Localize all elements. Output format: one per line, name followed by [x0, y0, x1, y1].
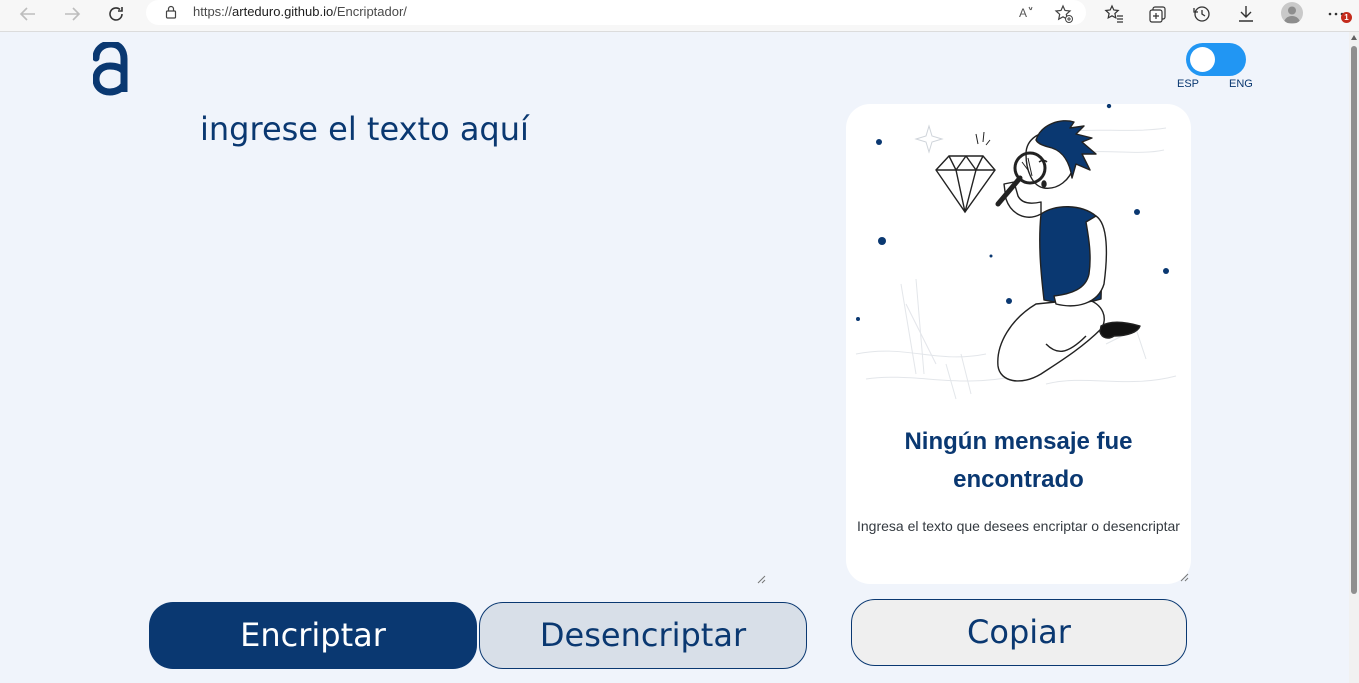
decrypt-button-label: Desencriptar	[539, 616, 747, 654]
add-favorite-icon[interactable]	[1054, 4, 1074, 24]
encrypt-button-label: Encriptar	[240, 616, 386, 654]
refresh-icon	[109, 7, 123, 21]
forward-button[interactable]	[60, 4, 84, 26]
download-icon	[1239, 6, 1253, 22]
notification-badge: 1	[1341, 12, 1352, 23]
scrollbar-thumb[interactable]	[1351, 46, 1357, 594]
lock-icon	[165, 5, 177, 19]
copy-button-label: Copiar	[967, 613, 1071, 651]
url-text: https://arteduro.github.io/Encriptador/	[193, 4, 407, 19]
title-line-2: encontrado	[953, 466, 1084, 493]
language-label-esp: ESP	[1177, 78, 1200, 90]
searching-person-illustration	[855, 104, 1177, 400]
toggle-knob	[1190, 47, 1215, 72]
back-button[interactable]	[16, 4, 40, 26]
collections-icon	[1149, 6, 1166, 23]
copy-button[interactable]: Copiar	[851, 599, 1187, 666]
url-prefix: https://	[193, 4, 233, 19]
svg-text:A: A	[1019, 6, 1027, 20]
back-arrow-icon	[19, 7, 35, 21]
encrypt-button[interactable]: Encriptar	[149, 602, 477, 669]
language-label-eng: ENG	[1229, 78, 1253, 90]
profile-avatar[interactable]	[1281, 2, 1303, 24]
favorites-icon	[1104, 4, 1123, 23]
resize-handle-icon[interactable]	[756, 574, 766, 584]
text-input-placeholder: ingrese el texto aquí	[200, 110, 529, 148]
alura-logo	[93, 42, 128, 96]
history-button[interactable]	[1192, 4, 1214, 26]
scroll-up-arrow-icon[interactable]	[1351, 35, 1357, 40]
text-input[interactable]: ingrese el texto aquí	[196, 104, 766, 584]
favorites-button[interactable]	[1104, 4, 1126, 26]
downloads-button[interactable]	[1236, 4, 1258, 26]
refresh-button[interactable]	[104, 4, 128, 26]
user-icon	[1284, 6, 1300, 23]
result-card: Ningún mensaje fue encontrado Ingresa el…	[846, 104, 1191, 584]
url-path: /Encriptador/	[333, 4, 407, 19]
url-host: arteduro.github.io	[232, 4, 334, 19]
card-resize-handle-icon[interactable]	[1179, 572, 1189, 582]
read-aloud-icon[interactable]: A	[1018, 4, 1036, 22]
page-scrollbar[interactable]	[1349, 32, 1359, 683]
decrypt-button[interactable]: Desencriptar	[479, 602, 807, 669]
language-toggle[interactable]	[1186, 43, 1246, 76]
address-bar[interactable]: https://arteduro.github.io/Encriptador/ …	[146, 0, 1086, 25]
forward-arrow-icon	[65, 7, 81, 21]
empty-state-description: Ingresa el texto que desees encriptar o …	[857, 518, 1180, 534]
collections-button[interactable]	[1148, 4, 1170, 26]
title-line-1: Ningún mensaje fue	[904, 428, 1133, 455]
history-icon	[1193, 6, 1210, 22]
browser-toolbar: https://arteduro.github.io/Encriptador/ …	[0, 0, 1359, 32]
empty-state-title: Ningún mensaje fue encontrado	[846, 423, 1191, 499]
